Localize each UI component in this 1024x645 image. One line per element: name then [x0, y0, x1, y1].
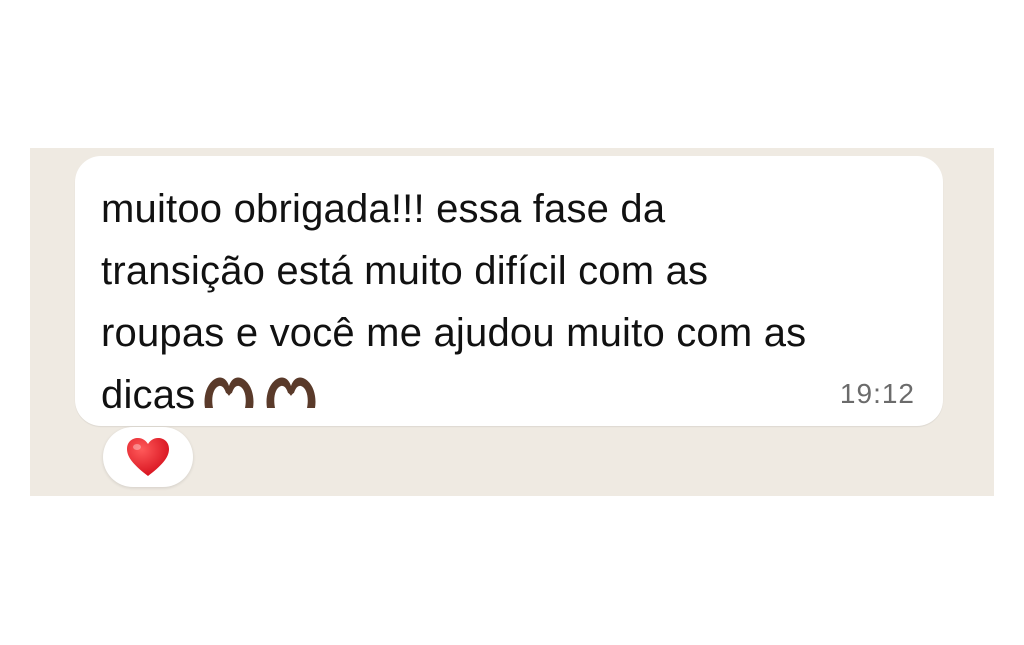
heart-hands-icon: [263, 368, 319, 430]
message-line-1: muitoo obrigada!!! essa fase da: [101, 187, 666, 231]
message-text: muitoo obrigada!!! essa fase da transiçã…: [101, 178, 921, 430]
chat-area: muitoo obrigada!!! essa fase da transiçã…: [30, 148, 994, 496]
red-heart-icon: [125, 436, 171, 478]
message-bubble[interactable]: muitoo obrigada!!! essa fase da transiçã…: [75, 156, 943, 426]
message-line-3: roupas e você me ajudou muito com as: [101, 311, 807, 355]
message-timestamp: 19:12: [839, 378, 915, 409]
reaction-badge[interactable]: [103, 427, 193, 487]
message-line-2: transição está muito difícil com as: [101, 249, 709, 293]
heart-hands-icon: [201, 368, 257, 430]
message-line-4: dicas: [101, 373, 196, 417]
